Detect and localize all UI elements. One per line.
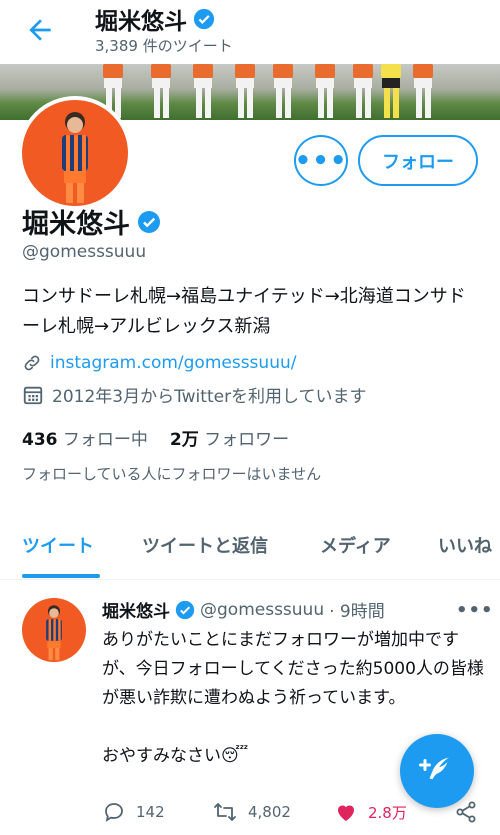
tab-tweets[interactable]: ツイート [22,532,94,558]
avatar-image [22,100,128,206]
profile-link[interactable]: instagram.com/gomesssuuu/ [50,353,296,373]
retweet-button[interactable]: 4,802 [212,800,291,824]
verified-badge-icon [175,600,195,619]
followers-link[interactable]: 2万 フォロワー [170,425,289,450]
calendar-icon [23,386,43,404]
retweet-count: 4,802 [248,803,291,821]
tweet-timestamp[interactable]: · 9時間 [329,597,385,622]
verified-badge-icon [138,210,160,233]
following-link[interactable]: 436 フォロー中 [22,425,148,450]
active-tab-indicator [22,574,100,578]
following-count: 436 [22,430,58,450]
retweet-icon [214,803,236,821]
reply-icon [105,803,123,822]
profile-name-text: 堀米悠斗 [22,209,130,240]
follow-stats: 436 フォロー中 2万 フォロワー [22,425,289,450]
link-icon [24,355,40,371]
joined-date: 2012年3月からTwitterを利用しています [52,387,367,407]
tab-media[interactable]: メディア [320,532,391,558]
tweet-count: 3,389 件のツイート [95,37,233,55]
compose-feather-icon [419,757,449,780]
header-name-text: 堀米悠斗 [95,9,187,35]
tweet-avatar[interactable] [22,598,86,662]
profile-bio: コンサドーレ札幌→福島ユナイテッド→北海道コンサドーレ札幌→アルビレックス新潟 [22,286,466,337]
tweet-more-icon[interactable]: ••• [456,600,494,621]
verified-badge-icon [193,8,215,30]
tab-likes[interactable]: いいね [438,532,492,558]
followers-count: 2万 [169,430,199,450]
profile-avatar[interactable] [18,96,132,210]
back-arrow-icon[interactable] [24,14,56,46]
header-name: 堀米悠斗 [95,2,215,36]
top-bar: 堀米悠斗 3,389 件のツイート [0,0,500,64]
tweet-author-handle: @gomesssuuu [200,599,325,620]
tab-tweets-and-replies[interactable]: ツイートと返信 [142,532,268,558]
profile-tabs: ツイート ツイートと返信 メディア いいね [0,520,500,580]
profile-name: 堀米悠斗 [22,202,161,241]
followers-label: フォロワー [204,430,290,450]
follow-button[interactable]: フォロー [358,135,478,186]
following-label: フォロー中 [62,430,148,450]
more-options-button[interactable]: ••• [294,135,348,186]
profile-link-row: instagram.com/gomesssuuu/ [22,353,296,373]
share-button[interactable] [454,800,478,824]
tweet-author-name[interactable]: 堀米悠斗 [102,597,170,622]
like-button[interactable]: 2.8万 [334,800,407,824]
profile-handle: @gomesssuuu [22,242,147,262]
reply-button[interactable]: 142 [102,800,165,824]
heart-icon [338,805,354,821]
compose-tweet-button[interactable] [400,734,474,808]
share-icon [456,801,476,823]
reply-count: 142 [136,803,165,821]
no-mutual-followers-text: フォローしている人にフォロワーはいません [22,465,322,483]
tweet-header: 堀米悠斗 @gomesssuuu · 9時間 [102,597,385,623]
joined-row: 2012年3月からTwitterを利用しています [22,382,367,407]
like-count: 2.8万 [368,803,407,822]
